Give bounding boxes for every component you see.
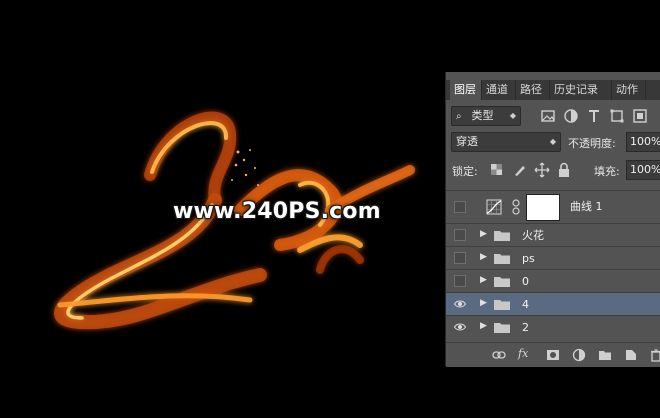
expand-triangle-icon[interactable]: ▶ xyxy=(480,252,487,262)
search-icon: ⌕ xyxy=(456,111,462,122)
filter-type-dropdown[interactable]: ⌕ 类型 ◆ xyxy=(451,106,521,126)
visibility-toggle[interactable] xyxy=(454,201,466,213)
expand-triangle-icon[interactable]: ▶ xyxy=(480,275,487,285)
layer-row-group[interactable]: ▶ 2 xyxy=(446,315,660,338)
tab-actions[interactable]: 动作 xyxy=(612,80,646,100)
trash-icon[interactable] xyxy=(649,348,660,362)
visibility-toggle[interactable] xyxy=(454,252,466,264)
layer-row-group[interactable]: ▶ 火花 xyxy=(446,223,660,246)
layer-row-curves[interactable]: 曲线 1 xyxy=(446,190,660,222)
folder-icon xyxy=(494,277,510,287)
layer-name: 0 xyxy=(522,275,529,288)
visibility-toggle[interactable] xyxy=(454,275,466,287)
eye-icon[interactable] xyxy=(454,298,466,310)
layer-mask-thumbnail[interactable] xyxy=(526,194,560,221)
filter-row: ⌕ 类型 ◆ xyxy=(446,104,660,128)
blend-row: 穿透 ◆ 不透明度: 100% xyxy=(446,130,660,154)
smart-object-filter-icon[interactable] xyxy=(632,108,648,124)
expand-triangle-icon[interactable]: ▶ xyxy=(480,321,487,331)
opacity-label: 不透明度: xyxy=(568,137,616,150)
lock-row: 锁定: 填充: 100% xyxy=(446,158,660,182)
lock-label: 锁定: xyxy=(452,165,478,178)
lock-move-icon[interactable] xyxy=(534,162,550,178)
folder-icon xyxy=(494,231,510,241)
adjustment-filter-icon[interactable] xyxy=(563,108,579,124)
chevron-updown-icon: ◆ xyxy=(509,111,516,120)
layer-name: 火花 xyxy=(522,229,544,242)
lock-all-icon[interactable] xyxy=(556,162,572,178)
folder-icon[interactable] xyxy=(598,348,612,362)
panel-tab-bar: 图层 通道 路径 历史记录 动作 xyxy=(446,80,660,100)
layer-row-group[interactable]: ▶ ps xyxy=(446,246,660,269)
folder-icon xyxy=(494,254,510,264)
tab-paths[interactable]: 路径 xyxy=(516,80,550,100)
chevron-updown-icon: ◆ xyxy=(549,137,556,146)
expand-triangle-icon[interactable]: ▶ xyxy=(480,229,487,239)
tab-history[interactable]: 历史记录 xyxy=(550,80,612,100)
tab-channels[interactable]: 通道 xyxy=(482,80,516,100)
shape-filter-icon[interactable] xyxy=(609,108,625,124)
fill-label: 填充: xyxy=(594,165,620,178)
fill-field[interactable]: 100% xyxy=(626,160,660,180)
layer-name: 4 xyxy=(522,298,529,311)
opacity-field[interactable]: 100% xyxy=(626,132,660,152)
link-icon[interactable] xyxy=(492,348,506,362)
eye-icon[interactable] xyxy=(454,321,466,333)
layer-name: ps xyxy=(522,252,535,265)
lock-paint-icon[interactable] xyxy=(512,162,528,178)
blend-mode-dropdown[interactable]: 穿透 ◆ xyxy=(451,132,561,152)
layer-name: 曲线 1 xyxy=(570,200,603,213)
layer-row-group[interactable]: ▶ 0 xyxy=(446,269,660,292)
layer-row-group-selected[interactable]: ▶ 4 xyxy=(446,292,660,315)
folder-icon xyxy=(494,323,510,333)
fx-icon[interactable]: fx xyxy=(518,347,528,360)
mask-icon[interactable] xyxy=(546,348,560,362)
blend-mode-value: 穿透 xyxy=(456,135,478,148)
new-layer-icon[interactable] xyxy=(624,348,638,362)
watermark-text: www.240PS.com xyxy=(173,199,381,224)
lock-transparent-icon[interactable] xyxy=(490,163,503,176)
layers-bottom-toolbar: fx xyxy=(446,342,660,367)
tab-layers[interactable]: 图层 xyxy=(450,80,482,100)
folder-icon xyxy=(494,300,510,310)
expand-triangle-icon[interactable]: ▶ xyxy=(480,298,487,308)
link-chain-icon[interactable] xyxy=(512,199,520,215)
layers-panel: 图层 通道 路径 历史记录 动作 ⌕ 类型 ◆ 穿透 ◆ 不透明度: 100% … xyxy=(445,72,660,367)
image-filter-icon[interactable] xyxy=(540,108,556,124)
layer-name: 2 xyxy=(522,321,529,334)
type-filter-icon[interactable] xyxy=(586,108,602,124)
adjustment-icon[interactable] xyxy=(572,348,586,362)
curves-adjustment-icon xyxy=(486,199,502,215)
visibility-toggle[interactable] xyxy=(454,229,466,241)
filter-type-label: 类型 xyxy=(471,109,494,122)
